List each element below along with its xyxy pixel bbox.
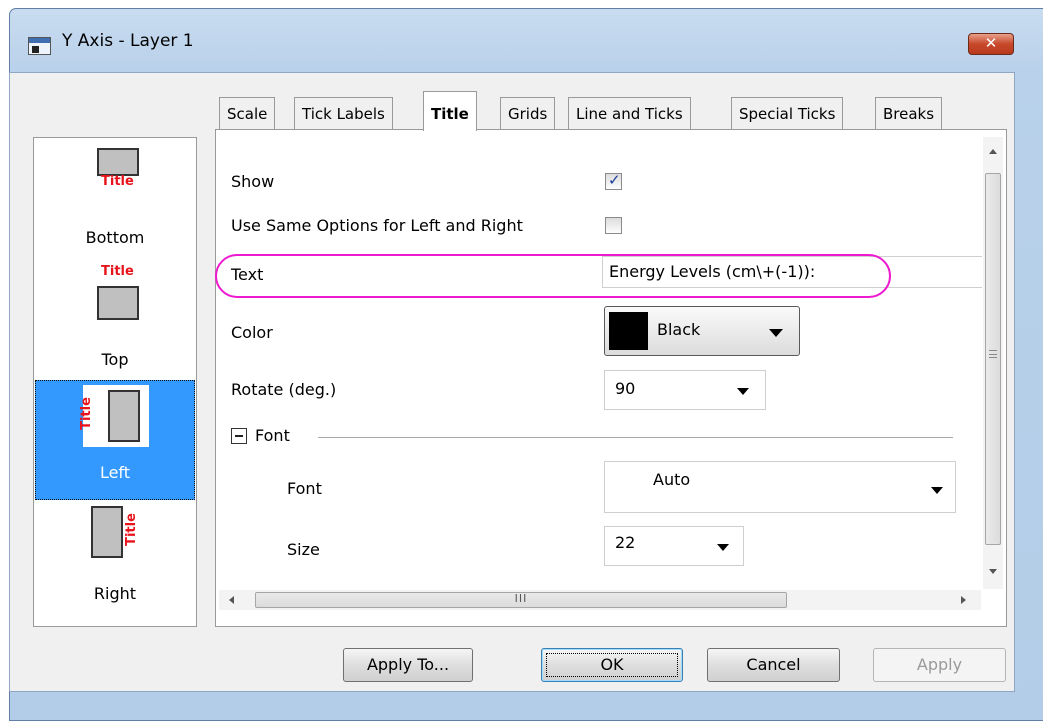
vertical-scrollbar[interactable]: [983, 137, 1003, 589]
ok-button[interactable]: OK: [541, 648, 683, 682]
size-label: Size: [287, 540, 320, 559]
window-title: Y Axis - Layer 1: [62, 31, 194, 51]
font-dropdown[interactable]: Auto: [604, 461, 956, 513]
dialog-window: Y Axis - Layer 1 ✕ Title Bottom Title To…: [0, 0, 1043, 721]
scroll-left-icon[interactable]: [229, 596, 234, 604]
left-axis-icon-title: Title: [78, 397, 94, 430]
scroll-down-icon[interactable]: [989, 569, 997, 574]
bottom-axis-icon: [97, 148, 139, 176]
chevron-down-icon: [769, 329, 783, 337]
axis-item-label: Left: [99, 463, 131, 482]
axis-item-top[interactable]: Title Top: [35, 262, 195, 380]
chevron-down-icon: [931, 487, 943, 494]
tab-tick-labels[interactable]: Tick Labels: [294, 97, 393, 129]
cancel-button[interactable]: Cancel: [707, 648, 840, 682]
left-axis-icon: [108, 390, 140, 442]
same-options-checkbox[interactable]: [605, 217, 622, 234]
horizontal-scroll-thumb[interactable]: III: [255, 592, 787, 608]
title-text-input[interactable]: Energy Levels (cm\+(-1)):: [602, 256, 982, 288]
tab-title[interactable]: Title: [423, 91, 477, 131]
size-dropdown[interactable]: 22: [604, 526, 744, 566]
close-button[interactable]: ✕: [968, 33, 1014, 55]
right-axis-icon-title: Title: [123, 513, 139, 546]
right-axis-icon: [91, 506, 123, 558]
title-bar[interactable]: Y Axis - Layer 1 ✕: [10, 9, 1043, 81]
axis-item-left[interactable]: Title Left: [35, 380, 195, 500]
chevron-down-icon: [737, 388, 749, 395]
font-value: Auto: [653, 470, 691, 489]
scroll-up-icon[interactable]: [989, 149, 997, 154]
focus-ring: [546, 653, 678, 677]
background-strip: [0, 0, 9, 721]
show-checkbox[interactable]: [605, 171, 622, 190]
rotate-dropdown[interactable]: 90: [604, 370, 766, 410]
grip-icon: [989, 350, 997, 358]
vertical-scroll-thumb[interactable]: [985, 173, 1001, 545]
top-axis-icon: [97, 286, 139, 320]
axis-item-label: Top: [101, 350, 129, 369]
text-label: Text: [231, 265, 264, 284]
top-axis-icon-title: Title: [101, 264, 134, 279]
apply-to-button[interactable]: Apply To...: [343, 648, 473, 682]
color-value: Black: [657, 320, 701, 339]
color-label: Color: [231, 323, 273, 342]
tab-breaks[interactable]: Breaks: [875, 97, 943, 129]
size-value: 22: [615, 533, 636, 552]
horizontal-scrollbar[interactable]: III: [219, 590, 981, 610]
axis-item-bottom[interactable]: Title Bottom: [35, 144, 195, 262]
same-options-label: Use Same Options for Left and Right: [231, 216, 523, 235]
show-label: Show: [231, 172, 275, 191]
rotate-label: Rotate (deg.): [231, 380, 337, 399]
rotate-value: 90: [615, 379, 636, 398]
scroll-right-icon[interactable]: [961, 596, 966, 604]
tab-line-and-ticks[interactable]: Line and Ticks: [568, 97, 691, 129]
font-label: Font: [287, 479, 322, 498]
color-dropdown[interactable]: Black: [604, 306, 800, 356]
font-group-collapse-icon[interactable]: [231, 428, 247, 444]
font-group-label: Font: [255, 426, 290, 445]
apply-button[interactable]: Apply: [873, 648, 1006, 682]
app-window-icon: [28, 37, 51, 55]
tab-scale[interactable]: Scale: [219, 97, 276, 129]
axis-item-label: Right: [93, 584, 137, 603]
chevron-down-icon: [717, 544, 729, 551]
color-swatch: [609, 312, 648, 350]
font-group-divider: [318, 437, 953, 438]
axis-item-label: Bottom: [85, 228, 145, 247]
axis-item-right[interactable]: Title Right: [35, 502, 195, 620]
tab-special-ticks[interactable]: Special Ticks: [731, 97, 844, 129]
tab-grids[interactable]: Grids: [500, 97, 556, 129]
axis-selector-list: Title Bottom Title Top Title Left Title …: [33, 137, 197, 627]
bottom-axis-icon-title: Title: [101, 174, 134, 189]
